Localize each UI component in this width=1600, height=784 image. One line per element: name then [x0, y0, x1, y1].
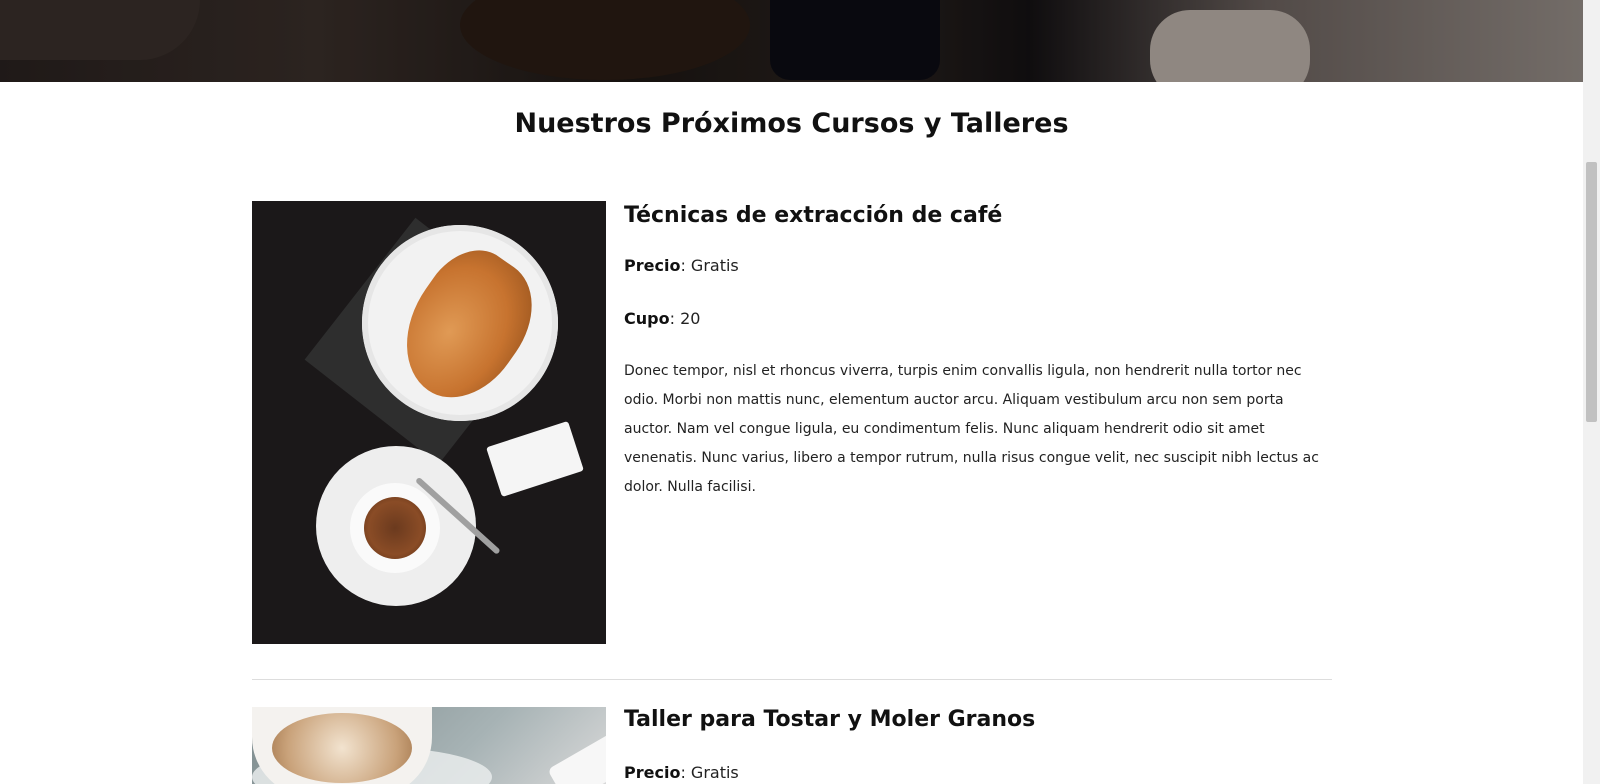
- espresso-shape: [364, 497, 426, 559]
- course-divider: [252, 679, 1332, 680]
- page-scrollbar[interactable]: [1583, 0, 1600, 784]
- course-title: Técnicas de extracción de café: [624, 203, 1003, 228]
- price-value: Gratis: [690, 763, 739, 782]
- course-title: Taller para Tostar y Moler Granos: [624, 707, 1036, 732]
- latte-foam-shape: [272, 713, 412, 783]
- course-card: Taller para Tostar y Moler Granos Precio…: [252, 707, 1332, 784]
- course-price: Precio: Gratis: [624, 763, 739, 782]
- sugar-packet-shape: [486, 420, 584, 498]
- course-info: Técnicas de extracción de café Precio: G…: [624, 201, 1332, 495]
- scrollbar-thumb[interactable]: [1586, 162, 1597, 422]
- quota-value: 20: [680, 309, 701, 328]
- price-value: Gratis: [690, 256, 739, 275]
- quota-label: Cupo: [624, 309, 670, 328]
- course-image: [252, 707, 606, 784]
- course-description: Donec tempor, nisl et rhoncus viverra, t…: [624, 363, 1319, 495]
- course-card: Técnicas de extracción de café Precio: G…: [252, 201, 1332, 644]
- price-label: Precio: [624, 256, 681, 275]
- hero-banner: [0, 0, 1583, 82]
- course-image: [252, 201, 606, 644]
- price-label: Precio: [624, 763, 681, 782]
- course-price: Precio: Gratis: [624, 256, 739, 275]
- course-info: Taller para Tostar y Moler Granos Precio…: [624, 707, 1332, 782]
- course-quota: Cupo: 20: [624, 309, 701, 328]
- section-title: Nuestros Próximos Cursos y Talleres: [514, 108, 1069, 139]
- hero-overlay: [0, 0, 1583, 82]
